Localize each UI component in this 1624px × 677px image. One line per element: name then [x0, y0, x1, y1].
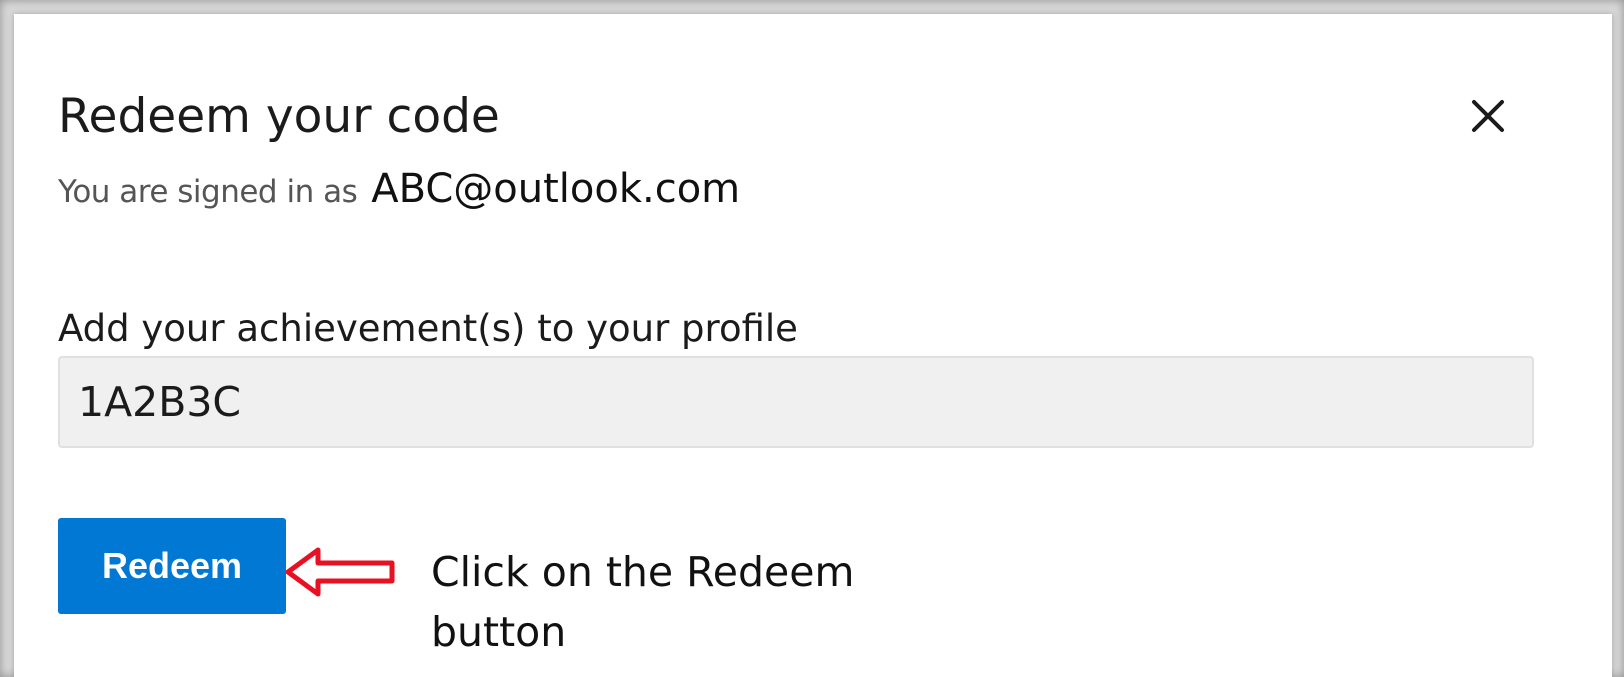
achievement-field-label: Add your achievement(s) to your profile: [58, 307, 798, 350]
redeem-dialog: Redeem your code You are signed in as AB…: [14, 14, 1612, 677]
redeem-code-input[interactable]: [58, 356, 1534, 448]
signed-in-label: You are signed in as: [58, 174, 358, 210]
close-button[interactable]: [1458, 86, 1518, 146]
signed-in-email: ABC@outlook.com: [371, 166, 741, 212]
left-arrow-icon: [285, 547, 395, 597]
close-icon: [1472, 100, 1504, 132]
signed-in-row: You are signed in as ABC@outlook.com: [58, 166, 740, 216]
redeem-button[interactable]: Redeem: [58, 518, 286, 614]
instruction-annotation: Click on the Redeem button: [431, 548, 855, 656]
dialog-title: Redeem your code: [58, 89, 500, 144]
